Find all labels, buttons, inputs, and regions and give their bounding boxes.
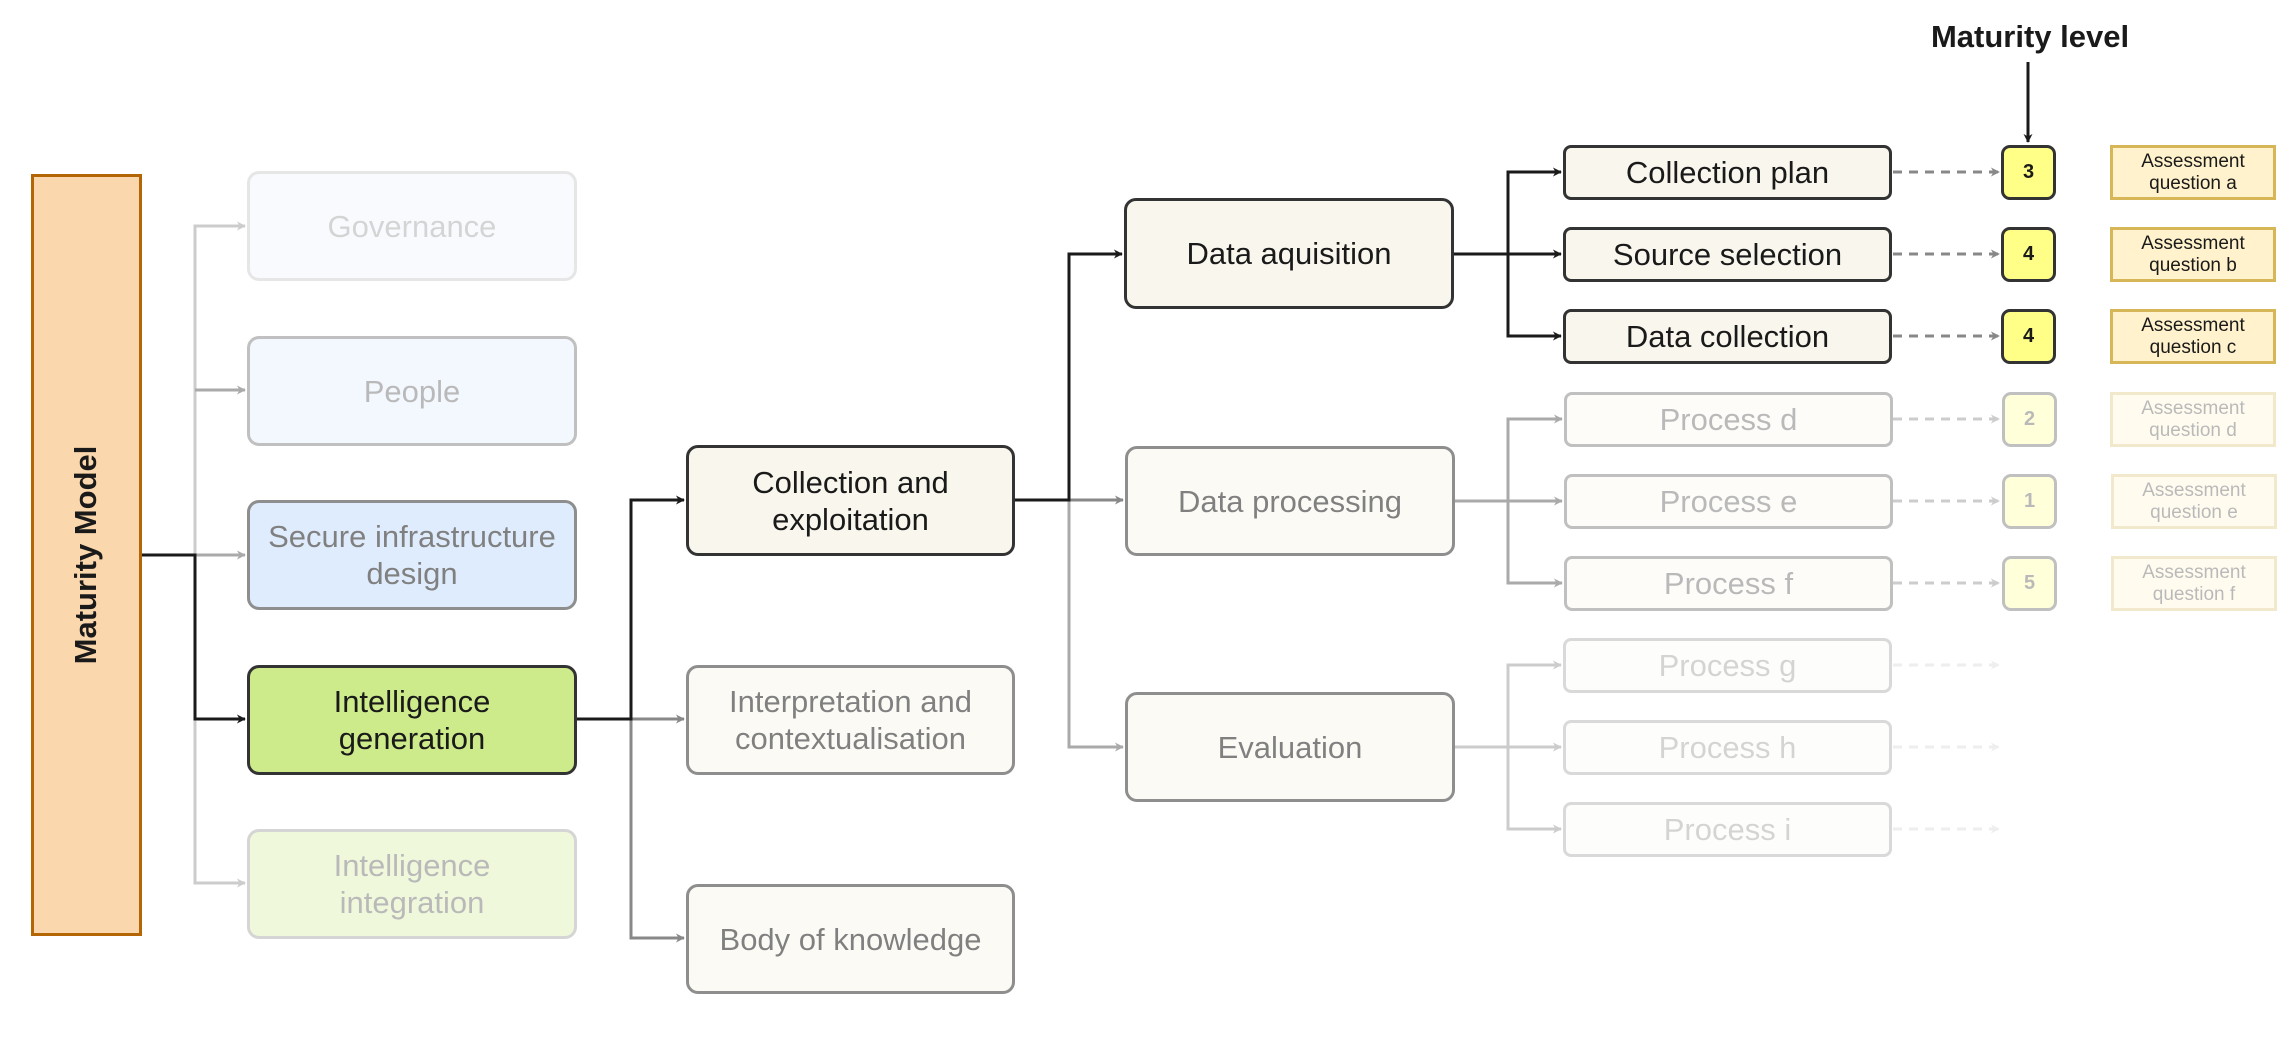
maturity-model-label: Maturity Model bbox=[68, 445, 103, 665]
process-label: Source selection bbox=[1612, 237, 1843, 272]
assessment-question-a: Assessment question a bbox=[2110, 145, 2276, 200]
assessment-question-b: Assessment question b bbox=[2110, 227, 2276, 282]
process-data-collection[interactable]: Data collection bbox=[1563, 309, 1892, 364]
edge-to-data-collection bbox=[1506, 254, 1562, 341]
assessment-question-c: Assessment question c bbox=[2110, 309, 2276, 364]
domain-label: Intelligence generation bbox=[333, 684, 491, 756]
edge-to-process-i bbox=[1506, 747, 1562, 834]
edge-to-process-g bbox=[1455, 660, 1562, 749]
capability-label: Data processing bbox=[1177, 483, 1402, 519]
process-e[interactable]: Process e bbox=[1564, 474, 1893, 529]
domain-intelligence-integration[interactable]: Intelligence integration bbox=[247, 829, 577, 939]
process-label: Process g bbox=[1658, 648, 1797, 683]
domain-people[interactable]: People bbox=[247, 336, 577, 446]
maturity-level-title: Maturity level bbox=[1930, 19, 2130, 54]
process-f[interactable]: Process f bbox=[1564, 556, 1893, 611]
domain-label: Secure infrastructure design bbox=[268, 519, 556, 591]
assessment-question-e: Assessment question e bbox=[2111, 474, 2277, 529]
domain-label: People bbox=[363, 373, 461, 409]
process-label: Collection plan bbox=[1625, 155, 1830, 190]
maturity-level-c[interactable]: 4 bbox=[2001, 309, 2056, 364]
edge-to-data-aquisition bbox=[1015, 249, 1123, 502]
maturity-level-e[interactable]: 1 bbox=[2002, 474, 2057, 529]
domain-label: Governance bbox=[327, 208, 497, 244]
edge-to-intelligence-integration bbox=[193, 719, 246, 888]
maturity-model-diagram: Maturity Model Maturity level Governance… bbox=[0, 0, 2293, 1044]
process-label: Process e bbox=[1659, 484, 1798, 519]
edge-to-process-d bbox=[1455, 414, 1563, 503]
maturity-level-b[interactable]: 4 bbox=[2001, 227, 2056, 282]
process-g[interactable]: Process g bbox=[1563, 638, 1892, 693]
process-d[interactable]: Process d bbox=[1564, 392, 1893, 447]
domain-label: Intelligence integration bbox=[333, 848, 491, 920]
edge-to-collection-plan bbox=[1454, 167, 1562, 256]
process-i[interactable]: Process i bbox=[1563, 802, 1892, 857]
edge-to-intelligence-generation bbox=[142, 553, 246, 724]
maturity-level-a[interactable]: 3 bbox=[2001, 145, 2056, 200]
process-label: Process f bbox=[1663, 566, 1794, 601]
edge-to-evaluation bbox=[1015, 498, 1124, 752]
subdomain-label: Collection and exploitation bbox=[752, 464, 949, 537]
maturity-level-d[interactable]: 2 bbox=[2002, 392, 2057, 447]
process-label: Data collection bbox=[1625, 319, 1830, 354]
subdomain-interpretation[interactable]: Interpretation and contextualisation bbox=[686, 665, 1015, 775]
process-label: Process h bbox=[1658, 730, 1797, 765]
edge-to-collection-exploitation bbox=[577, 495, 685, 721]
assessment-question-f: Assessment question f bbox=[2111, 556, 2277, 611]
edge-to-process-f bbox=[1506, 501, 1563, 588]
capability-label: Evaluation bbox=[1217, 729, 1363, 765]
subdomain-label: Interpretation and contextualisation bbox=[728, 684, 972, 756]
capability-label: Data aquisition bbox=[1186, 236, 1392, 271]
process-label: Process i bbox=[1663, 812, 1792, 847]
capability-evaluation[interactable]: Evaluation bbox=[1125, 692, 1455, 802]
assessment-question-d: Assessment question d bbox=[2110, 392, 2276, 447]
capability-data-processing[interactable]: Data processing bbox=[1125, 446, 1455, 556]
maturity-level-f[interactable]: 5 bbox=[2002, 556, 2057, 611]
edge-to-body-of-knowledge bbox=[577, 717, 685, 943]
process-label: Process d bbox=[1659, 402, 1798, 437]
process-h[interactable]: Process h bbox=[1563, 720, 1892, 775]
process-collection-plan[interactable]: Collection plan bbox=[1563, 145, 1892, 200]
domain-intelligence-generation[interactable]: Intelligence generation bbox=[247, 665, 577, 775]
capability-data-aquisition[interactable]: Data aquisition bbox=[1124, 198, 1454, 309]
subdomain-collection-exploitation[interactable]: Collection and exploitation bbox=[686, 445, 1015, 556]
subdomain-body-of-knowledge[interactable]: Body of knowledge bbox=[686, 884, 1015, 994]
domain-governance[interactable]: Governance bbox=[247, 171, 577, 281]
subdomain-label: Body of knowledge bbox=[719, 921, 982, 957]
domain-secure-infrastructure[interactable]: Secure infrastructure design bbox=[247, 500, 577, 610]
process-source-selection[interactable]: Source selection bbox=[1563, 227, 1892, 282]
